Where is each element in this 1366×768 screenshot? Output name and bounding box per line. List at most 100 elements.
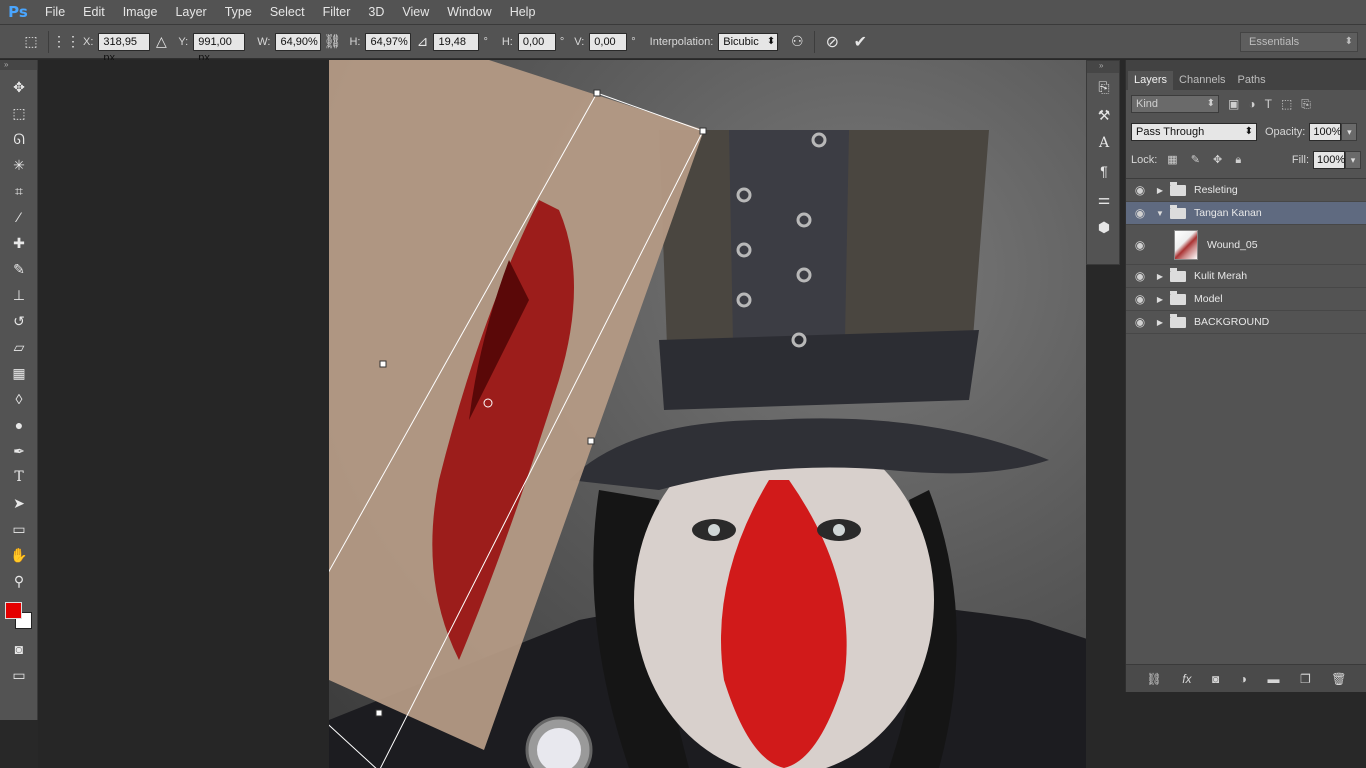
add-mask-icon[interactable]: ◙ (1212, 672, 1219, 686)
type-filter-icon[interactable]: T (1265, 97, 1272, 111)
visibility-eye-icon[interactable]: ◉ (1126, 183, 1154, 197)
visibility-eye-icon[interactable]: ◉ (1126, 206, 1154, 220)
relative-position-icon[interactable]: △ (150, 31, 172, 53)
pixel-filter-icon[interactable]: ▣ (1228, 97, 1239, 111)
paragraph-panel-icon[interactable]: ¶ (1087, 157, 1121, 185)
lock-position-icon[interactable]: ✥ (1213, 154, 1222, 166)
delete-layer-icon[interactable]: 🗑︎ (1331, 672, 1346, 686)
height-field[interactable]: 64,97% (365, 32, 412, 51)
visibility-eye-icon[interactable]: ◉ (1126, 238, 1154, 252)
layer-row[interactable]: ◉ ▶ Resleting (1126, 179, 1366, 202)
lock-transparent-icon[interactable]: ▦ (1167, 154, 1177, 166)
smart-object-filter-icon[interactable]: ⎘ (1301, 97, 1311, 112)
lock-image-icon[interactable]: ✎ (1191, 154, 1200, 166)
reference-point-icon[interactable]: ⋮⋮ (52, 31, 80, 53)
link-icon[interactable]: ⛓ (321, 31, 343, 53)
move-tool-icon[interactable]: ✥ (0, 74, 38, 100)
visibility-eye-icon[interactable]: ◉ (1126, 292, 1154, 306)
menu-image[interactable]: Image (114, 5, 167, 19)
layer-row[interactable]: ◉ ▶ Kulit Merah (1126, 265, 1366, 288)
layer-row[interactable]: ◉ ▼ Tangan Kanan (1126, 202, 1366, 225)
magic-wand-tool-icon[interactable]: ✳ (0, 152, 38, 178)
vertical-skew-field[interactable]: 0,00 (589, 32, 628, 51)
warp-icon[interactable]: ⚇ (786, 31, 808, 53)
collapse-arrow-icon[interactable]: ▼ (1154, 209, 1166, 218)
link-layers-icon[interactable]: ⛓ (1146, 672, 1161, 686)
history-brush-tool-icon[interactable]: ↺ (0, 308, 38, 334)
kind-filter-select[interactable]: Kind (1131, 95, 1219, 113)
tab-layers[interactable]: Layers (1128, 71, 1174, 90)
tab-paths[interactable]: Paths (1232, 71, 1272, 90)
commit-transform-icon[interactable]: ✔ (849, 31, 871, 53)
width-field[interactable]: 64,90% (275, 32, 322, 51)
panel-grip[interactable]: » (0, 60, 37, 70)
menu-3d[interactable]: 3D (359, 5, 393, 19)
new-layer-icon[interactable]: ❐ (1300, 672, 1311, 686)
clone-stamp-tool-icon[interactable]: ⊥ (0, 282, 38, 308)
adjustments-panel-icon[interactable]: ⚌ (1087, 185, 1121, 213)
brush-tool-icon[interactable]: ✎ (0, 256, 38, 282)
blend-mode-select[interactable]: Pass Through (1131, 123, 1257, 141)
menu-layer[interactable]: Layer (166, 5, 215, 19)
adjustment-filter-icon[interactable]: ◑ (1248, 97, 1255, 111)
menu-type[interactable]: Type (216, 5, 261, 19)
layer-row[interactable]: ◉ Wound_05 (1126, 225, 1366, 265)
blur-tool-icon[interactable]: ◊ (0, 386, 38, 412)
menu-edit[interactable]: Edit (74, 5, 114, 19)
visibility-eye-icon[interactable]: ◉ (1126, 315, 1154, 329)
cancel-transform-icon[interactable]: ⊘ (821, 31, 843, 53)
menu-help[interactable]: Help (501, 5, 545, 19)
lock-all-icon[interactable]: 🔒︎ (1235, 154, 1241, 166)
transform-tool-icon[interactable]: ⬚ (20, 31, 42, 53)
interpolation-select[interactable]: Bicubic (718, 32, 779, 51)
expand-arrow-icon[interactable]: ▶ (1154, 186, 1166, 195)
shape-filter-icon[interactable]: ⬚ (1281, 97, 1292, 111)
tool-presets-icon[interactable]: ⚒ (1087, 101, 1121, 129)
menu-window[interactable]: Window (438, 5, 500, 19)
expand-arrow-icon[interactable]: ▶ (1154, 272, 1166, 281)
opacity-dropdown-icon[interactable]: ▾ (1341, 123, 1358, 141)
tab-channels[interactable]: Channels (1173, 71, 1231, 90)
rectangle-tool-icon[interactable]: ▭ (0, 516, 38, 542)
expand-arrow-icon[interactable]: ▶ (1154, 295, 1166, 304)
layer-style-icon[interactable]: fx (1182, 672, 1191, 686)
crop-tool-icon[interactable]: ⌗ (0, 178, 38, 204)
eraser-tool-icon[interactable]: ▱ (0, 334, 38, 360)
lasso-tool-icon[interactable]: ᘏ (0, 126, 38, 152)
foreground-color-swatch[interactable] (5, 602, 22, 619)
layer-row[interactable]: ◉ ▶ BACKGROUND (1126, 311, 1366, 334)
panel-grip[interactable]: » (1087, 61, 1119, 73)
angle-field[interactable]: 19,48 (433, 32, 480, 51)
3d-panel-icon[interactable]: ⬢ (1087, 213, 1121, 241)
opacity-field[interactable]: 100% (1309, 123, 1342, 141)
path-selection-tool-icon[interactable]: ➤ (0, 490, 38, 516)
type-tool-icon[interactable]: T (0, 464, 38, 490)
eyedropper-tool-icon[interactable]: ⁄ (0, 204, 38, 230)
workspace-select[interactable]: Essentials (1240, 32, 1358, 52)
menu-filter[interactable]: Filter (314, 5, 360, 19)
horizontal-skew-field[interactable]: 0,00 (517, 32, 556, 51)
layer-row[interactable]: ◉ ▶ Model (1126, 288, 1366, 311)
dodge-tool-icon[interactable]: ● (0, 412, 38, 438)
hand-tool-icon[interactable]: ✋ (0, 542, 38, 568)
menu-file[interactable]: File (36, 5, 74, 19)
gradient-tool-icon[interactable]: ▦ (0, 360, 38, 386)
adjustment-layer-icon[interactable]: ◑ (1240, 672, 1247, 686)
fill-field[interactable]: 100% (1313, 151, 1345, 169)
screen-mode-icon[interactable]: ▭ (0, 662, 38, 688)
pen-tool-icon[interactable]: ✒ (0, 438, 38, 464)
history-panel-icon[interactable]: ⎘ (1087, 73, 1121, 101)
new-group-icon[interactable]: ▬ (1268, 672, 1280, 686)
marquee-tool-icon[interactable]: ⬚ (0, 100, 38, 126)
x-position-field[interactable]: 318,95 px (98, 32, 151, 64)
healing-brush-tool-icon[interactable]: ✚ (0, 230, 38, 256)
document-canvas-area[interactable] (38, 60, 1086, 768)
fill-dropdown-icon[interactable]: ▾ (1345, 151, 1361, 169)
expand-arrow-icon[interactable]: ▶ (1154, 318, 1166, 327)
character-panel-icon[interactable]: A (1087, 129, 1121, 157)
visibility-eye-icon[interactable]: ◉ (1126, 269, 1154, 283)
menu-view[interactable]: View (393, 5, 438, 19)
y-position-field[interactable]: 991,00 px (193, 32, 246, 64)
zoom-tool-icon[interactable]: ⚲ (0, 568, 38, 594)
transform-bounding-box[interactable] (329, 60, 1086, 768)
